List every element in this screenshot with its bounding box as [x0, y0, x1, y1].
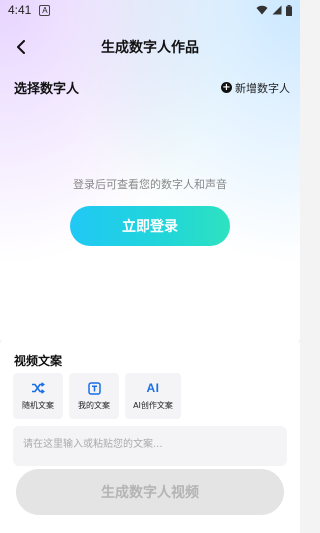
- login-button[interactable]: 立即登录: [70, 206, 230, 246]
- battery-icon: [286, 4, 292, 16]
- add-avatar-button[interactable]: + 新增数字人: [221, 80, 290, 96]
- random-script-option[interactable]: 随机文案: [13, 373, 63, 419]
- option-label: 我的文案: [78, 401, 110, 410]
- generate-video-button[interactable]: 生成数字人视频: [16, 469, 284, 515]
- shuffle-icon: [31, 381, 45, 395]
- plus-circle-icon: +: [221, 82, 232, 93]
- back-button[interactable]: [10, 36, 32, 58]
- ai-script-option[interactable]: AI AI创作文案: [125, 373, 181, 419]
- avatar-section-header: 选择数字人 + 新增数字人: [14, 78, 290, 98]
- wifi-icon: [256, 5, 268, 15]
- status-bar: 4:41 A: [0, 0, 300, 20]
- my-script-option[interactable]: 我的文案: [69, 373, 119, 419]
- top-nav: 生成数字人作品: [0, 32, 300, 62]
- text-doc-icon: [87, 381, 101, 395]
- status-time: 4:41: [8, 3, 32, 17]
- script-options: 随机文案 我的文案 AI AI创作文案: [13, 373, 181, 419]
- login-hint: 登录后可查看您的数字人和声音: [73, 178, 227, 191]
- chevron-left-icon: [17, 40, 25, 54]
- script-input[interactable]: 请在这里输入或粘贴您的文案...: [13, 426, 287, 466]
- notification-icon: A: [39, 4, 51, 16]
- signal-icon: [272, 5, 282, 15]
- option-label: AI创作文案: [133, 401, 173, 410]
- page-title: 生成数字人作品: [101, 40, 199, 56]
- panel-title: 视频文案: [14, 354, 63, 368]
- add-avatar-label: 新增数字人: [235, 81, 290, 95]
- option-label: 随机文案: [22, 401, 54, 410]
- section-title: 选择数字人: [14, 82, 80, 97]
- status-icons: [256, 4, 292, 16]
- ai-sparkle-icon: AI: [146, 381, 160, 395]
